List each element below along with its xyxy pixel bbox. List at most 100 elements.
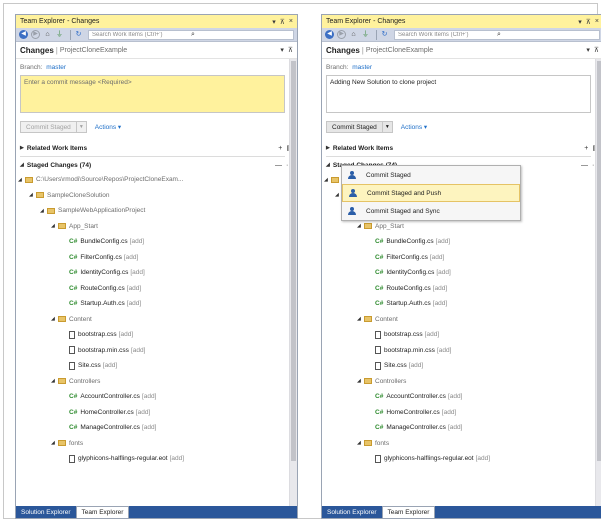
- commit-staged-button[interactable]: Commit Staged ▼: [326, 121, 393, 133]
- commit-message-input[interactable]: Enter a commit message <Required>: [20, 75, 285, 113]
- actions-menu-link[interactable]: Actions ▾: [401, 123, 427, 131]
- tree-folder-node[interactable]: ◢ Content: [322, 312, 601, 328]
- tree-folder-node[interactable]: ◢ fonts: [16, 436, 297, 452]
- pin-icon[interactable]: ⊼: [280, 18, 285, 26]
- tree-file-node[interactable]: C# FilterConfig.cs [add]: [322, 250, 601, 266]
- tree-file-node[interactable]: C# HomeController.cs [add]: [16, 405, 297, 421]
- unstage-all-icon[interactable]: —: [581, 162, 588, 169]
- collapse-icon[interactable]: ◢: [18, 177, 25, 183]
- tree-file-node[interactable]: glyphicons-halflings-regular.eot [add]: [16, 451, 297, 467]
- tree-folder-node[interactable]: ◢ SampleCloneSolution: [16, 188, 297, 204]
- collapse-icon[interactable]: ◢: [51, 223, 58, 229]
- tree-file-node[interactable]: C# AccountController.cs [add]: [16, 389, 297, 405]
- page-title[interactable]: Changes: [326, 46, 360, 55]
- tree-file-node[interactable]: C# ManageController.cs [add]: [16, 420, 297, 436]
- tree-file-node[interactable]: bootstrap.css [add]: [322, 327, 601, 343]
- collapse-icon[interactable]: ◢: [29, 192, 36, 198]
- menu-item-commit-staged[interactable]: Commit Staged: [342, 166, 520, 184]
- tab-team-explorer[interactable]: Team Explorer: [381, 506, 436, 518]
- pin-page-icon[interactable]: ⊼: [594, 46, 599, 54]
- forward-icon[interactable]: ▶: [31, 30, 40, 39]
- tab-team-explorer[interactable]: Team Explorer: [75, 506, 130, 518]
- vertical-scrollbar[interactable]: [595, 59, 601, 506]
- add-work-item-icon[interactable]: +: [584, 145, 588, 152]
- expand-icon[interactable]: ▶: [20, 145, 24, 151]
- staged-changes-section[interactable]: ◢ Staged Changes (74) — ···: [16, 159, 297, 171]
- window-title-bar[interactable]: Team Explorer - Changes ▾ ⊼ ×: [322, 15, 601, 28]
- pin-page-icon[interactable]: ⊼: [288, 46, 293, 54]
- related-work-items-section[interactable]: ▶ Related Work Items + ▤: [322, 142, 601, 154]
- commit-staged-button[interactable]: Commit Staged ▼: [20, 121, 87, 133]
- collapse-icon[interactable]: ◢: [326, 162, 330, 168]
- refresh-icon[interactable]: ↻: [380, 30, 389, 39]
- vertical-scrollbar[interactable]: [289, 59, 297, 506]
- tree-file-node[interactable]: C# ManageController.cs [add]: [322, 420, 601, 436]
- actions-menu-link[interactable]: Actions ▾: [95, 123, 121, 131]
- tree-file-node[interactable]: C# RouteConfig.cs [add]: [16, 281, 297, 297]
- collapse-icon[interactable]: ◢: [51, 378, 58, 384]
- tree-folder-node[interactable]: ◢ Controllers: [322, 374, 601, 390]
- scrollbar-thumb[interactable]: [597, 61, 601, 461]
- commit-message-input[interactable]: Adding New Solution to clone project: [326, 75, 591, 113]
- unstage-all-icon[interactable]: —: [275, 162, 282, 169]
- branch-link[interactable]: master: [352, 64, 372, 71]
- tree-folder-node[interactable]: ◢ Content: [16, 312, 297, 328]
- refresh-icon[interactable]: ↻: [74, 30, 83, 39]
- dropdown-icon[interactable]: ▾: [578, 18, 582, 26]
- tree-file-node[interactable]: C# Startup.Auth.cs [add]: [16, 296, 297, 312]
- collapse-icon[interactable]: ◢: [324, 177, 331, 183]
- search-input[interactable]: Search Work Items (Ctrl+') ⌕: [88, 29, 294, 40]
- menu-item-commit-staged-and-sync[interactable]: Commit Staged and Sync: [342, 202, 520, 220]
- collapse-icon[interactable]: ◢: [40, 208, 47, 214]
- collapse-icon[interactable]: ◢: [357, 378, 364, 384]
- related-work-items-section[interactable]: ▶ Related Work Items + ▤: [16, 142, 297, 154]
- tab-solution-explorer[interactable]: Solution Explorer: [16, 506, 76, 518]
- scrollbar-thumb[interactable]: [291, 61, 296, 461]
- add-work-item-icon[interactable]: +: [278, 145, 282, 152]
- back-icon[interactable]: ◀: [19, 30, 28, 39]
- search-icon[interactable]: ⌕: [497, 31, 596, 39]
- dropdown-icon[interactable]: ▾: [272, 18, 276, 26]
- branch-link[interactable]: master: [46, 64, 66, 71]
- connect-icon[interactable]: ⏚: [55, 30, 64, 39]
- tree-file-node[interactable]: bootstrap.min.css [add]: [16, 343, 297, 359]
- collapse-icon[interactable]: ◢: [51, 440, 58, 446]
- tree-file-node[interactable]: Site.css [add]: [16, 358, 297, 374]
- chevron-down-icon[interactable]: ▾: [586, 46, 590, 54]
- tree-folder-node[interactable]: ◢ fonts: [322, 436, 601, 452]
- chevron-down-icon[interactable]: ▾: [280, 46, 284, 54]
- collapse-icon[interactable]: ◢: [357, 440, 364, 446]
- back-icon[interactable]: ◀: [325, 30, 334, 39]
- tree-file-node[interactable]: C# HomeController.cs [add]: [322, 405, 601, 421]
- search-input[interactable]: Search Work Items (Ctrl+') ⌕: [394, 29, 600, 40]
- tree-folder-node[interactable]: ◢ C:\Users\rmodi\Source\Repos\ProjectClon…: [16, 172, 297, 188]
- window-title-bar[interactable]: Team Explorer - Changes ▾ ⊼ ×: [16, 15, 297, 28]
- tree-folder-node[interactable]: ◢ Controllers: [16, 374, 297, 390]
- tree-file-node[interactable]: glyphicons-halflings-regular.eot [add]: [322, 451, 601, 467]
- close-icon[interactable]: ×: [595, 18, 599, 25]
- tree-file-node[interactable]: C# FilterConfig.cs [add]: [16, 250, 297, 266]
- collapse-icon[interactable]: ◢: [357, 316, 364, 322]
- connect-icon[interactable]: ⏚: [361, 30, 370, 39]
- tree-file-node[interactable]: C# IdentityConfig.cs [add]: [16, 265, 297, 281]
- tree-folder-node[interactable]: ◢ SampleWebApplicationProject: [16, 203, 297, 219]
- home-icon[interactable]: ⌂: [43, 30, 52, 39]
- tree-file-node[interactable]: C# AccountController.cs [add]: [322, 389, 601, 405]
- pin-icon[interactable]: ⊼: [586, 18, 591, 26]
- forward-icon[interactable]: ▶: [337, 30, 346, 39]
- tree-file-node[interactable]: C# Startup.Auth.cs [add]: [322, 296, 601, 312]
- tree-file-node[interactable]: C# RouteConfig.cs [add]: [322, 281, 601, 297]
- page-title[interactable]: Changes: [20, 46, 54, 55]
- expand-icon[interactable]: ▶: [326, 145, 330, 151]
- collapse-icon[interactable]: ◢: [51, 316, 58, 322]
- chevron-down-icon[interactable]: ▼: [381, 122, 392, 132]
- tree-file-node[interactable]: C# BundleConfig.cs [add]: [322, 234, 601, 250]
- tree-file-node[interactable]: Site.css [add]: [322, 358, 601, 374]
- home-icon[interactable]: ⌂: [349, 30, 358, 39]
- search-icon[interactable]: ⌕: [191, 31, 290, 39]
- tree-file-node[interactable]: C# BundleConfig.cs [add]: [16, 234, 297, 250]
- chevron-down-icon[interactable]: ▼: [75, 122, 86, 132]
- collapse-icon[interactable]: ◢: [20, 162, 24, 168]
- tab-solution-explorer[interactable]: Solution Explorer: [322, 506, 382, 518]
- tree-file-node[interactable]: bootstrap.css [add]: [16, 327, 297, 343]
